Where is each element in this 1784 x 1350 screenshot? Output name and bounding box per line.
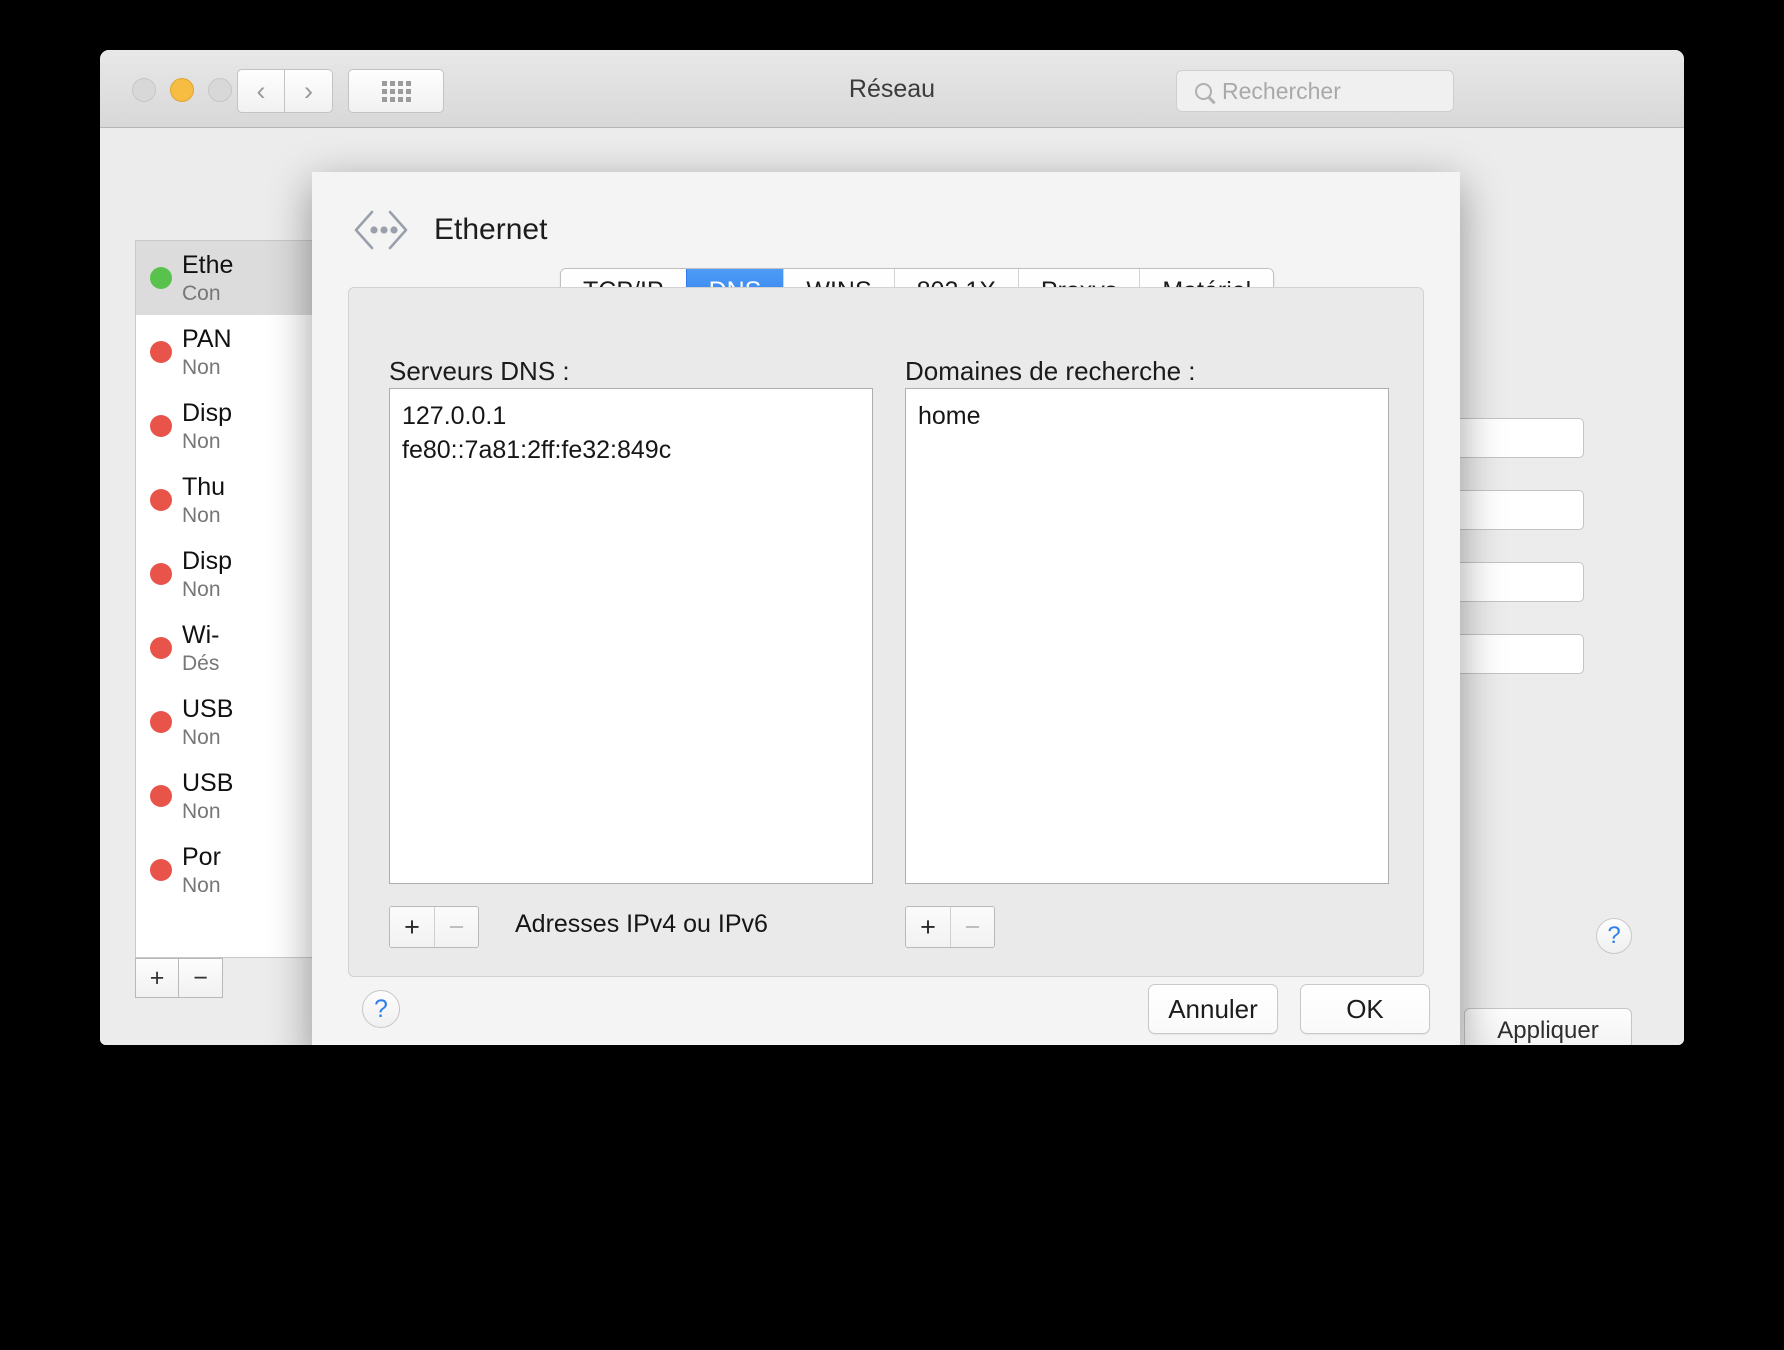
sheet-help-button[interactable]: ? [362,990,400,1028]
search-placeholder: Rechercher [1222,77,1341,104]
status-dot-icon [150,267,172,289]
interface-title: Ethernet [434,213,548,246]
network-preferences-window: ‹ › Réseau Rechercher Ethe Con PAN Non D… [100,50,1684,1045]
remove-search-domain-button: − [950,907,994,947]
status-dot-icon [150,859,172,881]
status-dot-icon [150,415,172,437]
dns-configuration-sheet: Ethernet TCP/IP DNS WINS 802.1X Proxys M… [312,172,1460,1045]
remove-dns-server-button: − [434,907,478,947]
window-titlebar: ‹ › Réseau Rechercher [100,50,1684,128]
sheet-header: Ethernet [350,208,547,252]
dns-servers-list[interactable]: 127.0.0.1 fe80::7a81:2ff:fe32:849c [389,388,873,884]
dns-servers-label: Serveurs DNS : [389,356,570,386]
status-dot-icon [150,637,172,659]
search-field[interactable]: Rechercher [1176,70,1454,112]
dns-servers-controls[interactable]: + − [389,906,479,948]
search-domains-label: Domaines de recherche : [905,356,1196,386]
ethernet-icon [350,208,412,252]
status-dot-icon [150,785,172,807]
remove-service-button[interactable]: − [179,958,223,998]
ok-button[interactable]: OK [1300,984,1430,1034]
dns-panel: Serveurs DNS : 127.0.0.1 fe80::7a81:2ff:… [348,287,1424,977]
status-dot-icon [150,489,172,511]
search-domains-controls[interactable]: + − [905,906,995,948]
status-dot-icon [150,341,172,363]
window-help-button[interactable]: ? [1596,918,1632,954]
search-icon [1195,82,1212,100]
dns-server-row[interactable]: fe80::7a81:2ff:fe32:849c [402,433,860,467]
service-list-controls[interactable]: + − [135,958,255,998]
status-dot-icon [150,711,172,733]
add-dns-server-button[interactable]: + [390,907,434,947]
search-domain-row[interactable]: home [918,399,1376,433]
add-search-domain-button[interactable]: + [906,907,950,947]
dns-server-row[interactable]: 127.0.0.1 [402,399,860,433]
search-domains-list[interactable]: home [905,388,1389,884]
dns-address-hint: Adresses IPv4 ou IPv6 [515,910,768,938]
cancel-button[interactable]: Annuler [1148,984,1278,1034]
apply-button[interactable]: Appliquer [1464,1008,1632,1045]
add-service-button[interactable]: + [135,958,179,998]
status-dot-icon [150,563,172,585]
